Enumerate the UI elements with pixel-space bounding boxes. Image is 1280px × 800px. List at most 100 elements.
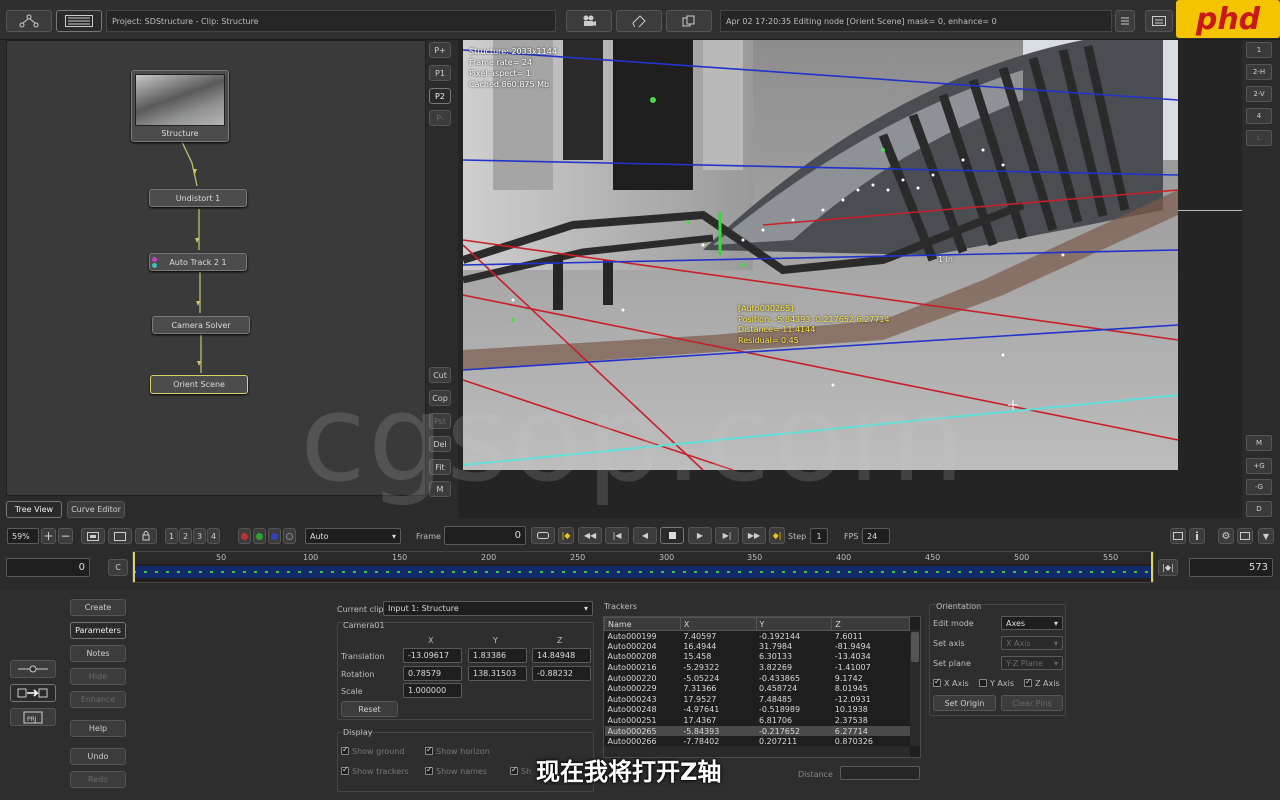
redo-button[interactable]: Redo bbox=[70, 771, 126, 788]
trackers-scrollbar[interactable] bbox=[910, 630, 920, 746]
table-row[interactable]: Auto000243 17.9527 7.48485 -12.0931 bbox=[605, 694, 910, 705]
step-field[interactable]: 1 bbox=[810, 528, 828, 544]
collapse-icon[interactable]: ▼ bbox=[1258, 528, 1274, 544]
table-row[interactable]: Auto000248 -4.97641 -0.518989 10.1938 bbox=[605, 705, 910, 716]
timeline-track[interactable]: 50 100 150 200 250 300 350 400 450 500 5… bbox=[132, 551, 1154, 583]
node-auto-track[interactable]: Auto Track 2 1 bbox=[149, 253, 247, 271]
trackers-table[interactable]: Name X Y Z Auto000199 7.40597 -0.192144 7.6… bbox=[603, 616, 921, 758]
notes-button[interactable]: Notes bbox=[70, 645, 126, 662]
translation-z-field[interactable]: 14.84948 bbox=[532, 648, 591, 663]
view-1-button[interactable]: 1 bbox=[1246, 42, 1272, 58]
z-axis-checkbox[interactable]: Z Axis bbox=[1024, 677, 1060, 688]
info-icon[interactable] bbox=[1189, 528, 1205, 544]
range-end-field[interactable]: 573 bbox=[1189, 558, 1273, 577]
view-1-toggle[interactable]: 1 bbox=[165, 528, 178, 544]
table-row[interactable]: Auto000216 -5.29322 3.82269 -1.41007 bbox=[605, 662, 910, 673]
set-plane-select[interactable]: Y-Z Plane ▾ bbox=[1001, 656, 1063, 670]
slider-tool-icon[interactable] bbox=[10, 660, 56, 678]
aspect-icon[interactable] bbox=[108, 528, 132, 544]
fps-field[interactable]: 24 bbox=[862, 528, 890, 544]
step-back-icon[interactable]: |◀ bbox=[605, 527, 629, 544]
view-l-button[interactable]: L bbox=[1246, 130, 1272, 146]
loop-icon[interactable] bbox=[531, 527, 555, 544]
x-axis-checkbox[interactable]: X Axis bbox=[933, 677, 969, 688]
parameters-button[interactable]: Parameters bbox=[70, 622, 126, 639]
rotation-y-field[interactable]: 138.31503 bbox=[468, 666, 527, 681]
help-button[interactable]: Help bbox=[70, 720, 126, 737]
rotation-x-field[interactable]: 0.78579 bbox=[403, 666, 462, 681]
show-names-checkbox[interactable]: Show names bbox=[425, 765, 487, 776]
playhead[interactable] bbox=[133, 552, 135, 582]
minus-g-button[interactable]: -G bbox=[1246, 479, 1272, 495]
keyboard-icon[interactable] bbox=[1145, 10, 1173, 32]
view-4-button[interactable]: 4 bbox=[1246, 108, 1272, 124]
channel-mode-select[interactable]: Auto ▾ bbox=[305, 528, 401, 544]
distance-field[interactable] bbox=[840, 766, 920, 780]
show-ground-checkbox[interactable]: Show ground bbox=[341, 745, 404, 756]
edit-mode-select[interactable]: Axes ▾ bbox=[1001, 616, 1063, 630]
range-end-icon[interactable]: |◆| bbox=[1158, 559, 1178, 576]
range-start-field[interactable]: 0 bbox=[6, 558, 90, 577]
green-channel-icon[interactable] bbox=[253, 528, 266, 544]
scale-field[interactable]: 1.000000 bbox=[403, 683, 462, 698]
reset-button[interactable]: Reset bbox=[341, 701, 398, 717]
list-view-icon[interactable] bbox=[56, 10, 102, 32]
camera-icon[interactable] bbox=[566, 10, 612, 32]
eraser-icon[interactable] bbox=[616, 10, 662, 32]
table-row[interactable]: Auto000199 7.40597 -0.192144 7.6011 bbox=[605, 631, 910, 642]
clear-pins-button[interactable]: Clear Pins bbox=[1001, 695, 1063, 711]
translation-x-field[interactable]: -13.09617 bbox=[403, 648, 462, 663]
column-header-y[interactable]: Y bbox=[755, 617, 833, 631]
scrollbar-thumb[interactable] bbox=[911, 632, 919, 662]
view-4-toggle[interactable]: 4 bbox=[207, 528, 220, 544]
table-row[interactable]: Auto000220 -5.05224 -0.433865 9.1742 bbox=[605, 673, 910, 684]
panel-toggle-icon[interactable] bbox=[1170, 528, 1186, 544]
zoom-in-icon[interactable]: + bbox=[41, 528, 56, 544]
fast-forward-icon[interactable]: ▶▶ bbox=[742, 527, 766, 544]
node-camera-solver[interactable]: Camera Solver bbox=[152, 316, 250, 334]
stop-icon[interactable] bbox=[660, 527, 684, 544]
next-key-icon[interactable]: ◆| bbox=[769, 527, 785, 544]
undo-button[interactable]: Undo bbox=[70, 748, 126, 765]
table-row[interactable]: Auto000251 17.4367 6.81706 2.37538 bbox=[605, 715, 910, 726]
red-channel-icon[interactable] bbox=[238, 528, 251, 544]
blue-channel-icon[interactable] bbox=[268, 528, 281, 544]
view-2v-button[interactable]: 2-V bbox=[1246, 86, 1272, 102]
range-end-marker[interactable] bbox=[1151, 552, 1153, 582]
node-structure[interactable]: Structure bbox=[131, 70, 229, 142]
view-2-toggle[interactable]: 2 bbox=[179, 528, 192, 544]
node-orient-scene[interactable]: Orient Scene bbox=[150, 375, 248, 394]
p2-button[interactable]: P2 bbox=[429, 88, 451, 104]
view-2h-button[interactable]: 2-H bbox=[1246, 64, 1272, 80]
set-axis-select[interactable]: X Axis ▾ bbox=[1001, 636, 1063, 650]
expand-icon[interactable] bbox=[1237, 528, 1253, 544]
table-row[interactable]: Auto000204 16.4944 31.7984 -81.9494 bbox=[605, 641, 910, 652]
p-plus-button[interactable]: P+ bbox=[429, 42, 451, 58]
frame-field[interactable]: 0 bbox=[444, 526, 526, 545]
lock-view-icon[interactable] bbox=[135, 528, 157, 544]
node-undistort[interactable]: Undistort 1 bbox=[149, 189, 247, 207]
node-graph-icon[interactable] bbox=[6, 10, 52, 32]
show-trackers-checkbox[interactable]: Show trackers bbox=[341, 765, 409, 776]
translation-y-field[interactable]: 1.83386 bbox=[468, 648, 527, 663]
column-header-z[interactable]: Z bbox=[831, 617, 910, 631]
show-more-checkbox[interactable]: Sh bbox=[510, 765, 531, 776]
play-icon[interactable]: ▶ bbox=[688, 527, 712, 544]
create-button[interactable]: Create bbox=[70, 599, 126, 616]
project-file-icon[interactable]: PRJ bbox=[10, 708, 56, 726]
prev-key-icon[interactable]: |◆ bbox=[558, 527, 574, 544]
column-header-name[interactable]: Name bbox=[604, 617, 681, 631]
tab-curve-editor[interactable]: Curve Editor bbox=[67, 501, 125, 518]
copy-icon[interactable] bbox=[666, 10, 712, 32]
zoom-field[interactable]: 59% bbox=[7, 528, 39, 544]
table-row[interactable]: Auto000208 15.458 6.30133 -13.4034 bbox=[605, 652, 910, 663]
hide-button[interactable]: Hide bbox=[70, 668, 126, 685]
c-button[interactable]: C bbox=[108, 559, 128, 576]
zoom-out-icon[interactable]: − bbox=[58, 528, 73, 544]
p1-button[interactable]: P1 bbox=[429, 65, 451, 81]
p-minus-button[interactable]: P- bbox=[429, 110, 451, 126]
view-3-toggle[interactable]: 3 bbox=[193, 528, 206, 544]
rewind-icon[interactable]: ◀◀ bbox=[578, 527, 602, 544]
rotation-z-field[interactable]: -0.88232 bbox=[532, 666, 591, 681]
d-button[interactable]: D bbox=[1246, 501, 1272, 517]
